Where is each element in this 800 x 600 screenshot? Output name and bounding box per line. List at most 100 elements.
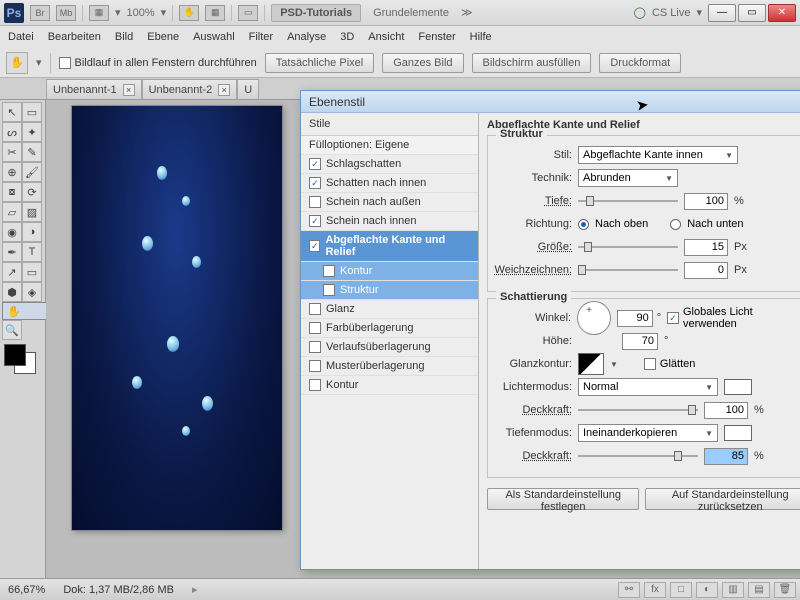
deckkraft1-slider[interactable] [578,403,698,417]
group-icon[interactable]: ▥ [722,582,744,598]
style-color-overlay[interactable]: Farbüberlagerung [301,319,478,338]
arrange-docs-button[interactable]: ▦ [89,5,109,21]
dodge-tool[interactable]: ◑ [22,222,42,242]
menu-ebene[interactable]: Ebene [147,31,179,43]
style-bevel-emboss[interactable]: ✓Abgeflachte Kante und Relief [301,231,478,262]
close-tab-icon[interactable]: × [218,84,230,96]
print-size-button[interactable]: Druckformat [599,53,681,73]
type-tool[interactable]: T [22,242,42,262]
move-tool[interactable]: ↖ [2,102,22,122]
close-button[interactable]: ✕ [768,4,796,22]
make-default-button[interactable]: Als Standardeinstellung festlegen [487,488,639,510]
richtung-up-radio[interactable] [578,219,589,230]
marquee-tool[interactable]: ▭ [22,102,42,122]
weich-value[interactable]: 0 [684,262,728,279]
path-tool[interactable]: ↗ [2,262,22,282]
hand-mini-icon[interactable]: ✋ [179,5,199,21]
drop-icon[interactable]: ▾ [36,56,42,69]
menu-filter[interactable]: Filter [249,31,273,43]
adjustment-icon[interactable]: ◐ [696,582,718,598]
menu-auswahl[interactable]: Auswahl [193,31,235,43]
style-outer-glow[interactable]: Schein nach außen [301,193,478,212]
style-gradient-overlay[interactable]: Verlaufsüberlagerung [301,338,478,357]
crop-tool[interactable]: ✂ [2,142,22,162]
tiefe-value[interactable]: 100 [684,193,728,210]
pen-tool[interactable]: ✒ [2,242,22,262]
antialias-checkbox[interactable]: Glätten [644,358,695,370]
deckkraft2-label[interactable]: Deckkraft: [494,450,572,462]
style-inner-glow[interactable]: ✓Schein nach innen [301,212,478,231]
doc-tab-3[interactable]: U [237,79,259,99]
style-drop-shadow[interactable]: ✓Schlagschatten [301,155,478,174]
menu-hilfe[interactable]: Hilfe [470,31,492,43]
deckkraft2-slider[interactable] [578,449,698,463]
dialog-title[interactable]: Ebenenstil [301,91,800,113]
winkel-value[interactable]: 90 [617,310,653,327]
wand-tool[interactable]: ✦ [22,122,42,142]
bridge-button[interactable]: Br [30,5,50,21]
brush-tool[interactable]: 🖌 [22,162,42,182]
chevron-down-icon[interactable]: ▼ [610,360,618,369]
3d-tool[interactable]: ⬢ [2,282,22,302]
groesse-slider[interactable] [578,240,678,254]
groesse-value[interactable]: 15 [684,239,728,256]
scroll-all-windows-checkbox[interactable]: Bildlauf in allen Fenstern durchführen [59,57,257,69]
tiefe-label[interactable]: Tiefe: [494,195,572,207]
technik-select[interactable]: Abrunden▼ [578,169,678,187]
deckkraft1-label[interactable]: Deckkraft: [494,404,572,416]
menu-bild[interactable]: Bild [115,31,133,43]
global-light-checkbox[interactable]: ✓Globales Licht verwenden [667,306,800,330]
menu-fenster[interactable]: Fenster [418,31,455,43]
zoom-status[interactable]: 66,67% [8,584,45,596]
highlight-color-picker[interactable] [724,379,752,395]
screenmode-button[interactable]: ▭ [238,5,258,21]
heal-tool[interactable]: ⊕ [2,162,22,182]
history-tool[interactable]: ⟳ [22,182,42,202]
fg-color-swatch[interactable] [4,344,26,366]
gradient-tool[interactable]: ▨ [22,202,42,222]
weich-slider[interactable] [578,263,678,277]
gloss-contour-picker[interactable] [578,353,604,375]
fill-options-row[interactable]: Fülloptionen: Eigene [301,136,478,155]
zoom-tool[interactable]: 🔍 [2,320,22,340]
groesse-label[interactable]: Größe: [494,241,572,253]
menu-3d[interactable]: 3D [340,31,354,43]
view-icon[interactable]: ▦ [205,5,225,21]
eyedrop-tool[interactable]: ✎ [22,142,42,162]
menu-bearbeiten[interactable]: Bearbeiten [48,31,101,43]
shape-tool[interactable]: ▭ [22,262,42,282]
maximize-button[interactable]: ▭ [738,4,766,22]
style-bevel-contour[interactable]: Kontur [301,262,478,281]
3d-cam-tool[interactable]: ◈ [22,282,42,302]
tiefe-slider[interactable] [578,194,678,208]
workspace-tab-1[interactable]: PSD-Tutorials [271,4,361,22]
zoom-display[interactable]: 100% [127,7,155,19]
new-layer-icon[interactable]: ▤ [748,582,770,598]
stamp-tool[interactable]: ⧇ [2,182,22,202]
stil-select[interactable]: Abgeflachte Kante innen▼ [578,146,738,164]
shadow-color-picker[interactable] [724,425,752,441]
hoehe-value[interactable]: 70 [622,333,658,350]
doc-tab-2[interactable]: Unbenannt-2 × [142,79,238,99]
fill-screen-button[interactable]: Bildschirm ausfüllen [472,53,592,73]
minimize-button[interactable]: — [708,4,736,22]
richtung-down-radio[interactable] [670,219,681,230]
menu-ansicht[interactable]: Ansicht [368,31,404,43]
style-bevel-texture[interactable]: Struktur [301,281,478,300]
workspace-tab-2[interactable]: Grundelemente [367,5,455,21]
link-icon[interactable]: ⚯ [618,582,640,598]
deckkraft2-value[interactable]: 85 [704,448,748,465]
deckkraft1-value[interactable]: 100 [704,402,748,419]
eraser-tool[interactable]: ▱ [2,202,22,222]
menu-datei[interactable]: Datei [8,31,34,43]
doc-info[interactable]: Dok: 1,37 MB/2,86 MB [63,584,174,596]
doc-tab-1[interactable]: Unbenannt-1 × [46,79,142,99]
fit-screen-button[interactable]: Ganzes Bild [382,53,463,73]
lichtermodus-select[interactable]: Normal▼ [578,378,718,396]
style-satin[interactable]: Glanz [301,300,478,319]
more-workspaces-icon[interactable]: ≫ [461,6,473,19]
angle-control[interactable] [577,301,611,335]
document-canvas[interactable] [72,106,282,530]
style-stroke[interactable]: Kontur [301,376,478,395]
weich-label[interactable]: Weichzeichnen: [494,264,572,276]
